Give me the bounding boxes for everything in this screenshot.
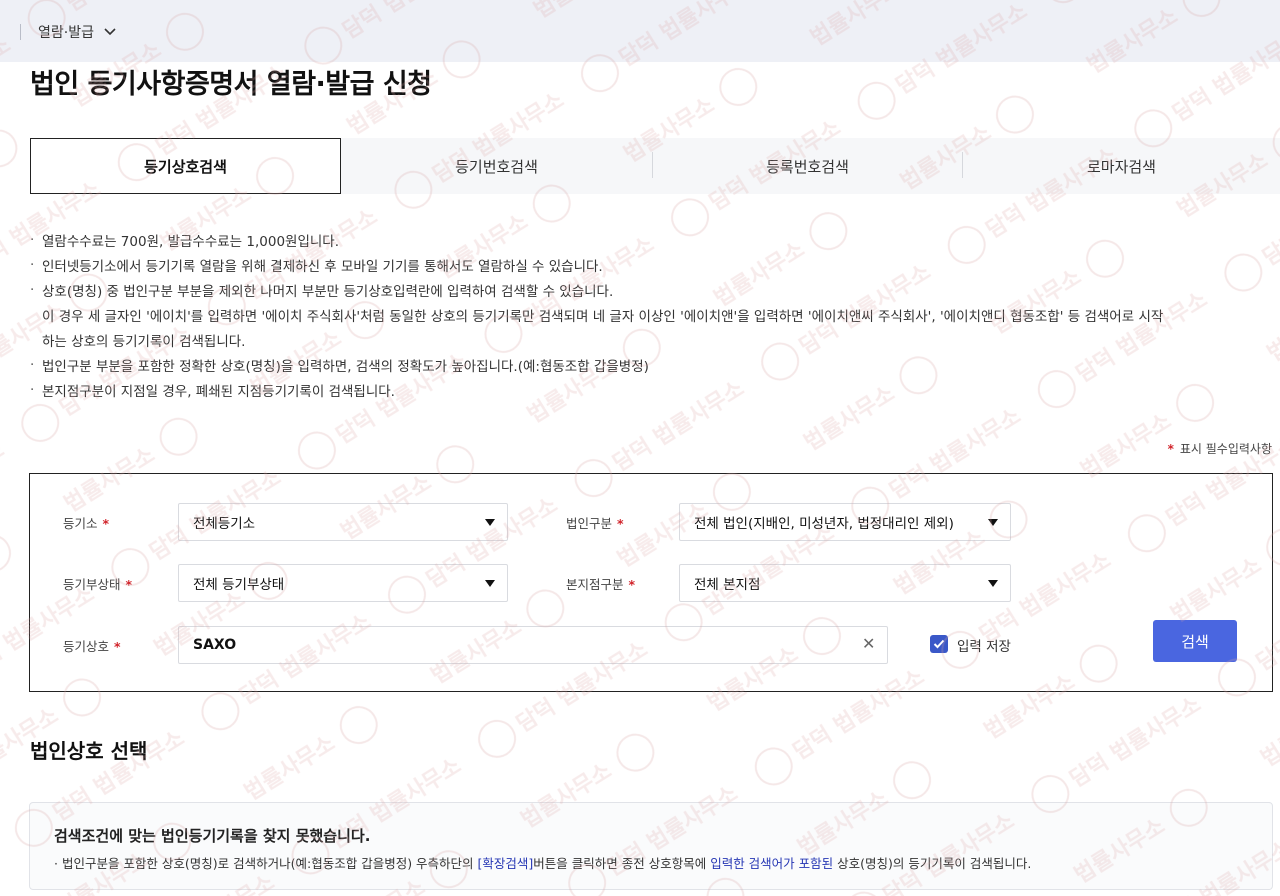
tab-corp-name-search[interactable]: 등기상호검색: [30, 138, 341, 194]
search-button[interactable]: 검색: [1153, 620, 1237, 662]
tab-label: 로마자검색: [1086, 157, 1156, 176]
check-icon: [933, 639, 945, 649]
tab-label: 등록번호검색: [766, 157, 849, 176]
label-text: 등기소: [63, 516, 98, 531]
label-text: 본지점구분: [566, 577, 624, 592]
breadcrumb[interactable]: 열람·발급: [38, 22, 116, 42]
branch-type-label: 본지점구분 *: [566, 574, 635, 593]
result-message-box: 검색조건에 맞는 법인등기기록을 찾지 못했습니다. · 법인구분을 포함한 상…: [29, 802, 1273, 890]
select-value: 전체 등기부상태: [193, 577, 285, 593]
watermark: 담덕 법률사무소 담덕 법률사무소: [0, 0, 1280, 896]
caret-down-icon: [988, 519, 998, 526]
note-item: 법인구분 부분을 포함한 정확한 상호(명칭)을 입력하면, 검색의 정확도가 …: [30, 353, 1280, 380]
required-star: *: [617, 516, 624, 531]
select-value: 전체등기소: [193, 516, 256, 532]
top-bar: 열람·발급: [0, 0, 1280, 62]
close-icon[interactable]: ✕: [862, 634, 875, 653]
registry-status-select[interactable]: 전체 등기부상태: [178, 564, 508, 602]
search-tabs: 등기상호검색 등기번호검색 등록번호검색 로마자검색: [30, 138, 1280, 194]
desc-text: 버튼을 클릭하면 종전 상호항목에: [533, 856, 711, 871]
search-form: 등기소 * 전체등기소 법인구분 * 전체 법인(지배인, 미성년자, 법정대리인 …: [29, 473, 1273, 692]
corp-type-label: 법인구분 *: [566, 513, 624, 532]
required-star: *: [1167, 442, 1174, 456]
highlight-text: 입력한 검색어가 포함된: [710, 856, 834, 871]
corp-name-label: 등기상호 *: [63, 636, 121, 655]
save-input-label[interactable]: 입력 저장: [957, 635, 1011, 655]
label-text: 법인구분: [566, 516, 613, 531]
required-star: *: [628, 577, 636, 592]
note-item-continued: 하는 상호의 등기기록이 검색됩니다.: [42, 334, 246, 350]
chevron-down-icon[interactable]: [104, 28, 116, 36]
bullet: ·: [54, 856, 62, 871]
required-star: *: [114, 639, 121, 654]
tab-registry-number-search[interactable]: 등기번호검색: [341, 138, 652, 194]
desc-text: 상호(명칭)의 등기기록이 검색됩니다.: [833, 856, 1032, 871]
breadcrumb-label: 열람·발급: [38, 25, 94, 41]
note-item: 본지점구분이 지점일 경우, 폐쇄된 지점등기기록이 검색됩니다.: [30, 378, 1280, 405]
caret-down-icon: [485, 580, 495, 587]
section-title: 법인상호 선택: [30, 739, 148, 763]
select-value: 전체 본지점: [694, 577, 761, 593]
corp-name-input[interactable]: [178, 626, 888, 664]
page-title: 법인 등기사항증명서 열람·발급 신청: [30, 69, 432, 100]
topbar-divider: [20, 24, 21, 40]
note-item: 상호(명칭) 중 법인구분 부분을 제외한 나머지 부분만 등기상호입력란에 입…: [30, 278, 1280, 305]
desc-text: 법인구분을 포함한 상호(명칭)로 검색하거나(예:협동조합 갑을병정) 우측하…: [61, 856, 478, 871]
result-message-desc: · 법인구분을 포함한 상호(명칭)로 검색하거나(예:협동조합 갑을병정) 우…: [54, 853, 1031, 872]
guide-notes: 열람수수료는 700원, 발급수수료는 1,000원입니다. 인터넷등기소에서 …: [30, 228, 1280, 405]
select-value: 전체 법인(지배인, 미성년자, 법정대리인 제외): [694, 516, 954, 532]
tab-label: 등기번호검색: [455, 157, 538, 176]
required-hint-text: 표시 필수입력사항: [1179, 442, 1272, 456]
registry-office-label: 등기소 *: [63, 513, 109, 532]
registry-status-label: 등기부상태 *: [63, 574, 132, 593]
required-hint: * 표시 필수입력사항: [1168, 440, 1272, 457]
tab-roman-search[interactable]: 로마자검색: [963, 138, 1280, 194]
required-star: *: [102, 516, 110, 531]
corp-type-select[interactable]: 전체 법인(지배인, 미성년자, 법정대리인 제외): [679, 503, 1011, 541]
caret-down-icon: [485, 519, 495, 526]
branch-type-select[interactable]: 전체 본지점: [679, 564, 1011, 602]
note-item-continued: 이 경우 세 글자인 '에이치'를 입력하면 '에이치 주식회사'처럼 동일한 …: [42, 309, 1164, 325]
required-star: *: [125, 577, 133, 592]
registry-office-select[interactable]: 전체등기소: [178, 503, 508, 541]
note-item: 인터넷등기소에서 등기기록 열람을 위해 결제하신 후 모바일 기기를 통해서도…: [30, 253, 1280, 280]
expand-search-link: [확장검색]: [477, 856, 534, 871]
label-text: 등기상호: [63, 639, 110, 654]
caret-down-icon: [988, 580, 998, 587]
tab-label: 등기상호검색: [144, 157, 227, 176]
label-text: 등기부상태: [63, 577, 121, 592]
tab-registration-number-search[interactable]: 등록번호검색: [652, 138, 963, 194]
note-item: 열람수수료는 700원, 발급수수료는 1,000원입니다.: [30, 228, 1280, 255]
result-message-title: 검색조건에 맞는 법인등기기록을 찾지 못했습니다.: [54, 827, 371, 845]
save-input-checkbox[interactable]: [930, 635, 948, 653]
